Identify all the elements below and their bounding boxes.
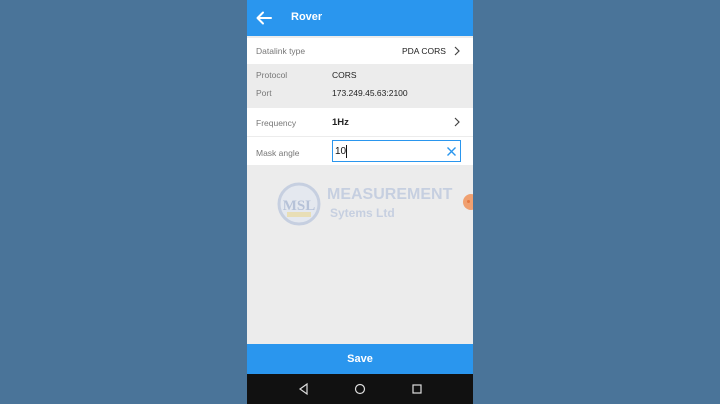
protocol-label: Protocol xyxy=(256,70,288,80)
page-title: Rover xyxy=(291,11,323,23)
frequency-value: 1Hz xyxy=(332,117,349,128)
port-value: 173.249.45.63:2100 xyxy=(332,88,408,98)
phone-screen: Rover Datalink type PDA CORS Protocol CO… xyxy=(247,0,473,404)
chevron-right-icon xyxy=(454,117,460,127)
protocol-value: CORS xyxy=(332,70,357,80)
chevron-right-icon xyxy=(454,46,460,56)
close-icon[interactable] xyxy=(446,146,457,157)
mask-angle-input[interactable]: 10 xyxy=(332,140,461,162)
floating-assist-button[interactable] xyxy=(463,194,473,210)
square-recents-icon[interactable] xyxy=(410,382,424,396)
frequency-label: Frequency xyxy=(256,118,297,128)
assist-dot-icon xyxy=(467,200,470,203)
msl-logo-icon: MSL xyxy=(277,182,321,226)
datalink-type-value: PDA CORS xyxy=(402,46,446,56)
save-button[interactable]: Save xyxy=(247,344,473,374)
app-bar: Rover xyxy=(247,0,473,36)
datalink-type-row[interactable]: Datalink type PDA CORS xyxy=(247,38,473,64)
svg-text:MSL: MSL xyxy=(283,198,316,214)
system-nav-bar xyxy=(247,374,473,404)
frequency-row[interactable]: Frequency 1Hz xyxy=(247,108,473,136)
mask-angle-label: Mask angle xyxy=(256,148,300,158)
datalink-type-label: Datalink type xyxy=(256,46,306,56)
watermark-line1: MEASUREMENT xyxy=(327,186,453,203)
watermark-logo: MSL MEASUREMENT Sytems Ltd xyxy=(277,180,473,228)
port-label: Port xyxy=(256,88,272,98)
arrow-left-icon[interactable] xyxy=(255,9,273,27)
text-cursor xyxy=(346,145,347,158)
mask-angle-value: 10 xyxy=(335,146,347,157)
triangle-back-icon[interactable] xyxy=(297,382,311,396)
circle-home-icon[interactable] xyxy=(353,382,367,396)
watermark-line2: Sytems Ltd xyxy=(330,206,395,220)
